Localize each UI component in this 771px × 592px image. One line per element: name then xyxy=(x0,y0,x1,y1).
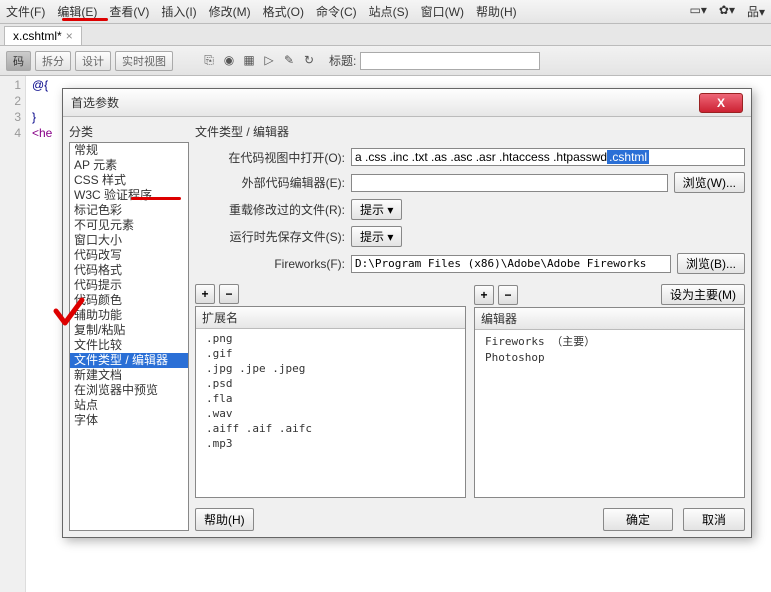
reload-files-label: 重载修改过的文件(R): xyxy=(195,201,345,218)
layout-icon[interactable]: ▭▾ xyxy=(690,3,707,20)
extensions-listbox[interactable]: 扩展名 .png .gif .jpg .jpe .jpeg .psd .fla … xyxy=(195,306,466,498)
annotation-checkmark xyxy=(52,295,86,329)
external-editor-input[interactable] xyxy=(351,174,668,192)
view-live-button[interactable]: 实时视图 xyxy=(115,51,173,71)
category-item[interactable]: 代码颜色 xyxy=(70,293,188,308)
category-item[interactable]: 不可见元素 xyxy=(70,218,188,233)
list-item[interactable]: .gif xyxy=(196,346,465,361)
category-item[interactable]: 代码提示 xyxy=(70,278,188,293)
category-item-selected[interactable]: 文件类型 / 编辑器 xyxy=(70,353,188,368)
main-menu-bar: 文件(F) 编辑(E) 查看(V) 插入(I) 修改(M) 格式(O) 命令(C… xyxy=(0,0,771,24)
menu-window[interactable]: 窗口(W) xyxy=(421,3,464,20)
browse-external-button[interactable]: 浏览(W)... xyxy=(674,172,745,193)
save-on-launch-label: 运行时先保存文件(S): xyxy=(195,228,345,245)
fireworks-label: Fireworks(F): xyxy=(195,257,345,271)
menu-commands[interactable]: 命令(C) xyxy=(316,3,357,20)
reload-files-select[interactable]: 提示 xyxy=(351,199,402,220)
editors-listbox[interactable]: 编辑器 Fireworks （主要） Photoshop xyxy=(474,307,745,498)
toolbar-icon-4[interactable]: ▷ xyxy=(261,53,277,69)
fireworks-input[interactable] xyxy=(351,255,671,273)
menu-modify[interactable]: 修改(M) xyxy=(209,3,251,20)
category-item[interactable]: 字体 xyxy=(70,413,188,428)
list-item[interactable]: .psd xyxy=(196,376,465,391)
cancel-button[interactable]: 取消 xyxy=(683,508,745,531)
toolbar-icon-2[interactable]: ◉ xyxy=(221,53,237,69)
category-label: 分类 xyxy=(69,123,189,140)
code-content[interactable]: @{ } <he xyxy=(26,76,58,592)
view-design-button[interactable]: 设计 xyxy=(75,51,111,71)
menu-file[interactable]: 文件(F) xyxy=(6,3,45,20)
editors-header: 编辑器 xyxy=(475,308,744,330)
panel-header: 文件类型 / 编辑器 xyxy=(195,123,745,140)
close-button[interactable]: X xyxy=(699,93,743,113)
toolbar-icon-1[interactable]: ⎘ xyxy=(201,53,217,69)
category-item[interactable]: 文件比较 xyxy=(70,338,188,353)
category-item[interactable]: 新建文档 xyxy=(70,368,188,383)
extensions-header: 扩展名 xyxy=(196,307,465,329)
preferences-dialog: 首选参数 X 分类 常规 AP 元素 CSS 样式 W3C 验证程序 标记色彩 … xyxy=(62,88,752,538)
dialog-title: 首选参数 xyxy=(71,94,119,111)
save-on-launch-select[interactable]: 提示 xyxy=(351,226,402,247)
annotation-underline-title xyxy=(131,197,181,200)
category-item[interactable]: AP 元素 xyxy=(70,158,188,173)
close-tab-icon[interactable]: × xyxy=(66,29,73,43)
view-split-button[interactable]: 拆分 xyxy=(35,51,71,71)
category-item[interactable]: W3C 验证程序 xyxy=(70,188,188,203)
preferences-panel: 文件类型 / 编辑器 在代码视图中打开(O): a .css .inc .txt… xyxy=(195,123,745,531)
tab-label: x.cshtml* xyxy=(13,29,62,43)
menu-insert[interactable]: 插入(I) xyxy=(161,3,196,20)
category-item[interactable]: 代码格式 xyxy=(70,263,188,278)
external-editor-label: 外部代码编辑器(E): xyxy=(195,174,345,191)
category-item[interactable]: 常规 xyxy=(70,143,188,158)
list-item[interactable]: .wav xyxy=(196,406,465,421)
list-item[interactable]: Photoshop xyxy=(475,350,744,365)
category-list[interactable]: 常规 AP 元素 CSS 样式 W3C 验证程序 标记色彩 不可见元素 窗口大小… xyxy=(69,142,189,531)
remove-extension-button[interactable]: − xyxy=(219,284,239,304)
list-item[interactable]: .aiff .aif .aifc xyxy=(196,421,465,436)
line-number-gutter: 1 2 3 4 xyxy=(0,76,26,592)
add-extension-button[interactable]: + xyxy=(195,284,215,304)
category-item[interactable]: CSS 样式 xyxy=(70,173,188,188)
category-item[interactable]: 代码改写 xyxy=(70,248,188,263)
open-in-code-label: 在代码视图中打开(O): xyxy=(195,149,345,166)
document-tab[interactable]: x.cshtml* × xyxy=(4,26,82,45)
menu-view[interactable]: 查看(V) xyxy=(109,3,149,20)
toolbar-refresh-icon[interactable]: ↻ xyxy=(301,53,317,69)
list-item[interactable]: .jpg .jpe .jpeg xyxy=(196,361,465,376)
annotation-underline-edit xyxy=(62,18,108,21)
category-item[interactable]: 辅助功能 xyxy=(70,308,188,323)
help-button[interactable]: 帮助(H) xyxy=(195,508,254,531)
title-input[interactable] xyxy=(360,52,540,70)
category-item[interactable]: 复制/粘贴 xyxy=(70,323,188,338)
menu-help[interactable]: 帮助(H) xyxy=(476,3,517,20)
category-item[interactable]: 站点 xyxy=(70,398,188,413)
browse-fireworks-button[interactable]: 浏览(B)... xyxy=(677,253,745,274)
menu-site[interactable]: 站点(S) xyxy=(369,3,409,20)
category-item[interactable]: 窗口大小 xyxy=(70,233,188,248)
category-item[interactable]: 在浏览器中预览 xyxy=(70,383,188,398)
document-toolbar: 码 拆分 设计 实时视图 ⎘ ◉ ▦ ▷ ✎ ↻ 标题: xyxy=(0,46,771,76)
open-in-code-input[interactable]: a .css .inc .txt .as .asc .asr .htaccess… xyxy=(351,148,745,166)
category-item[interactable]: 标记色彩 xyxy=(70,203,188,218)
list-item[interactable]: .mp3 xyxy=(196,436,465,451)
dialog-title-bar[interactable]: 首选参数 X xyxy=(63,89,751,117)
toolbar-icon-3[interactable]: ▦ xyxy=(241,53,257,69)
list-item[interactable]: .fla xyxy=(196,391,465,406)
selected-extension: .cshtml xyxy=(607,150,649,164)
menu-format[interactable]: 格式(O) xyxy=(263,3,304,20)
extend-icon[interactable]: 品▾ xyxy=(747,3,765,20)
set-primary-button[interactable]: 设为主要(M) xyxy=(661,284,745,305)
list-item[interactable]: Fireworks （主要） xyxy=(475,332,744,350)
remove-editor-button[interactable]: − xyxy=(498,285,518,305)
list-item[interactable]: .png xyxy=(196,331,465,346)
ok-button[interactable]: 确定 xyxy=(603,508,673,531)
title-label: 标题: xyxy=(329,52,356,69)
add-editor-button[interactable]: + xyxy=(474,285,494,305)
sync-icon[interactable]: ✿▾ xyxy=(719,3,735,20)
toolbar-icon-5[interactable]: ✎ xyxy=(281,53,297,69)
document-tab-bar: x.cshtml* × xyxy=(0,24,771,46)
view-code-button[interactable]: 码 xyxy=(6,51,31,71)
